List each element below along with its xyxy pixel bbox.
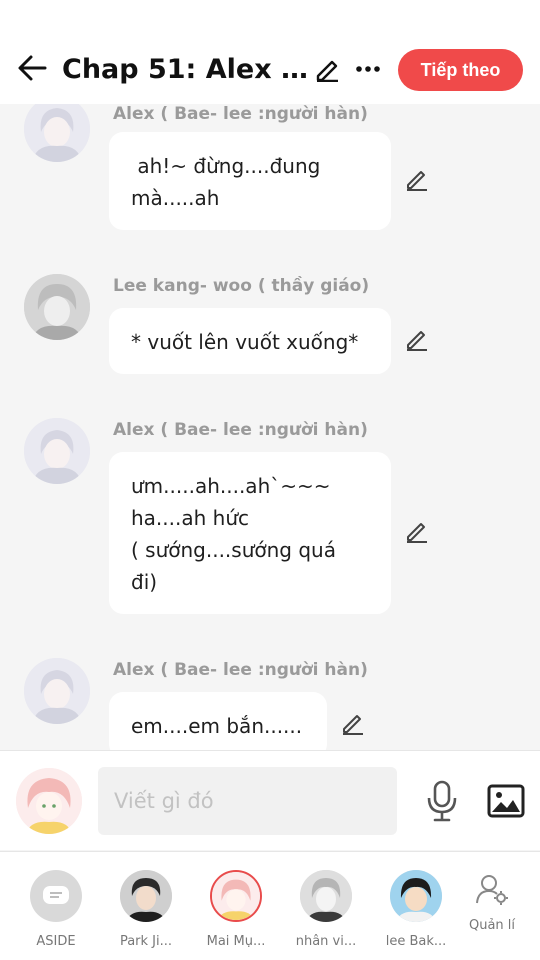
character-avatar <box>210 870 262 922</box>
character-label: nhân vi... <box>295 934 357 949</box>
sender-name: Lee kang- woo ( thầy giáo) <box>113 276 370 296</box>
avatar-image <box>212 872 260 920</box>
avatar-image <box>16 768 82 834</box>
chat-area[interactable]: Alex ( Bae- lee :người hàn) ah!~ đừng...… <box>0 104 540 750</box>
pencil-icon <box>343 715 363 735</box>
sender-name: Alex ( Bae- lee :người hàn) <box>113 104 368 124</box>
user-settings-icon <box>476 875 508 905</box>
pencil-icon <box>407 331 427 351</box>
character-item[interactable]: Park Ji... <box>107 870 185 949</box>
avatar-image <box>390 870 442 922</box>
next-chapter-button[interactable]: Tiếp theo <box>398 49 523 91</box>
character-item-selected[interactable]: Mai Mụ... <box>197 870 275 949</box>
voice-button[interactable] <box>422 779 462 823</box>
character-bar: ASIDE Park Ji... Mai Mụ... nhân vi... le… <box>0 851 540 960</box>
more-options-button[interactable] <box>352 52 384 86</box>
sender-avatar[interactable] <box>24 658 90 724</box>
sender-avatar[interactable] <box>24 104 90 162</box>
avatar-image <box>120 870 172 922</box>
manage-characters-button[interactable]: Quản lí <box>464 872 520 933</box>
manage-label: Quản lí <box>468 918 516 933</box>
message-bubble[interactable]: * vuốt lên vuốt xuống* <box>109 308 391 374</box>
edit-message-button[interactable] <box>338 708 368 738</box>
more-dots-icon <box>356 66 380 72</box>
sender-name: Alex ( Bae- lee :người hàn) <box>113 660 368 680</box>
pencil-icon <box>407 171 427 191</box>
image-icon <box>487 784 525 818</box>
back-arrow-icon <box>18 55 47 81</box>
avatar-image <box>24 104 90 162</box>
character-label: Park Ji... <box>119 934 173 949</box>
current-character-avatar[interactable] <box>16 768 82 834</box>
character-item[interactable]: lee Bak... <box>377 870 455 949</box>
character-aside[interactable]: ASIDE <box>17 870 95 949</box>
avatar-image <box>24 274 90 340</box>
sender-avatar[interactable] <box>24 418 90 484</box>
character-label: Mai Mụ... <box>206 934 266 949</box>
avatar-image <box>300 870 352 922</box>
image-button[interactable] <box>486 781 526 821</box>
character-label: lee Bak... <box>385 934 447 949</box>
sender-name: Alex ( Bae- lee :người hàn) <box>113 420 368 440</box>
microphone-icon <box>427 780 457 822</box>
pencil-icon <box>407 523 427 543</box>
top-bar: Chap 51: Alex v... Tiếp theo <box>0 0 540 104</box>
edit-message-button[interactable] <box>402 324 432 354</box>
message-bubble[interactable]: em....em bắn...... <box>109 692 327 750</box>
back-button[interactable] <box>14 50 50 86</box>
character-avatar <box>390 870 442 922</box>
aside-avatar <box>30 870 82 922</box>
character-avatar <box>120 870 172 922</box>
sender-avatar[interactable] <box>24 274 90 340</box>
character-label: ASIDE <box>36 934 76 949</box>
edit-message-button[interactable] <box>402 516 432 546</box>
message-bubble[interactable]: ưm.....ah....ah`~~~ ha....ah hức ( sướng… <box>109 452 391 614</box>
message-composer <box>0 750 540 850</box>
avatar-image <box>24 418 90 484</box>
character-avatar <box>300 870 352 922</box>
message-input[interactable] <box>98 767 397 835</box>
edit-message-button[interactable] <box>402 164 432 194</box>
character-item[interactable]: nhân vi... <box>287 870 365 949</box>
pencil-icon <box>316 60 338 82</box>
avatar-image <box>24 658 90 724</box>
message-bubble[interactable]: ah!~ đừng....đung mà.....ah <box>109 132 391 230</box>
aside-chat-icon <box>43 886 69 904</box>
edit-title-button[interactable] <box>310 52 344 86</box>
chapter-title[interactable]: Chap 51: Alex v... <box>62 54 312 85</box>
